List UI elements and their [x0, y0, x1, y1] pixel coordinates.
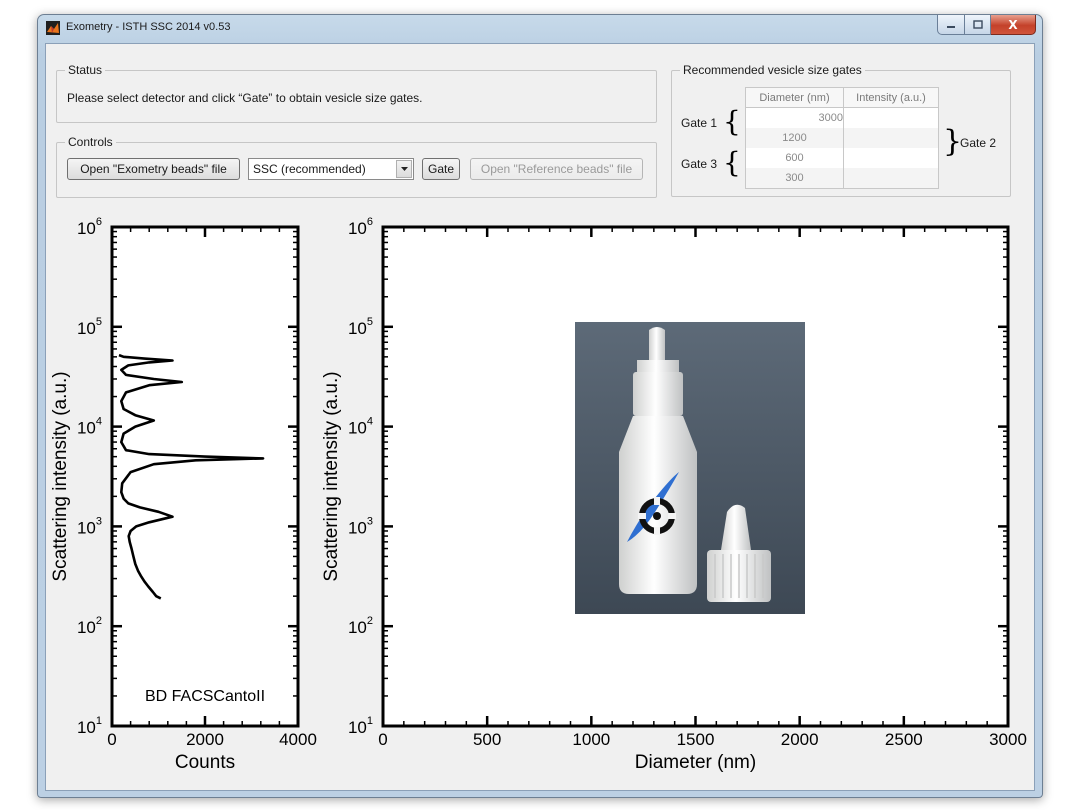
title-bar[interactable]: Exometry - ISTH SSC 2014 v0.53 X [38, 15, 1042, 41]
x-tick-label: 2000 [186, 730, 224, 749]
maximize-icon [972, 20, 983, 29]
x-axis-label: Counts [175, 752, 235, 773]
close-button[interactable]: X [991, 15, 1036, 35]
exometry-beads-bottle-photo [575, 322, 805, 614]
minimize-icon [947, 25, 955, 28]
y-tick-label: 103 [348, 515, 373, 537]
x-tick-label: 2000 [781, 730, 819, 749]
plots-canvas: 101 102 103 104 105 106 0 2000 4000 Counts Scatter… [50, 216, 1027, 773]
y-tick-label: 102 [77, 615, 102, 637]
y-tick-label: 105 [77, 316, 102, 338]
x-tick-label: 0 [107, 730, 116, 749]
y-tick-label: 104 [77, 416, 102, 438]
histogram-plot: 101 102 103 104 105 106 0 2000 4000 Counts Scatter… [50, 216, 317, 773]
window-controls: X [937, 15, 1036, 35]
x-axis-label: Diameter (nm) [635, 752, 756, 773]
minimize-button[interactable] [937, 15, 965, 35]
y-tick-label: 101 [77, 715, 102, 737]
y-tick-label: 103 [77, 515, 102, 537]
y-tick-label: 106 [77, 216, 102, 238]
detector-annotation: BD FACSCantoII [145, 688, 265, 705]
client-area: Status Please select detector and click … [45, 43, 1035, 791]
x-tick-label: 3000 [989, 730, 1027, 749]
close-icon: X [1008, 17, 1018, 32]
x-tick-label: 1000 [572, 730, 610, 749]
matlab-app-icon [46, 21, 60, 35]
x-tick-label: 4000 [279, 730, 317, 749]
y-tick-label: 106 [348, 216, 373, 238]
window-title: Exometry - ISTH SSC 2014 v0.53 [66, 21, 231, 33]
y-tick-label: 102 [348, 615, 373, 637]
maximize-button[interactable] [965, 15, 991, 35]
app-window: Exometry - ISTH SSC 2014 v0.53 X Status … [37, 14, 1043, 798]
y-tick-label: 101 [348, 715, 373, 737]
y-tick-label: 104 [348, 416, 373, 438]
x-tick-label: 500 [473, 730, 501, 749]
y-tick-label: 105 [348, 316, 373, 338]
x-tick-label: 0 [378, 730, 387, 749]
y-axis-label: Scattering intensity (a.u.) [321, 371, 342, 581]
y-axis-label: Scattering intensity (a.u.) [50, 371, 71, 581]
plot-frame [110, 225, 300, 728]
x-tick-label: 2500 [885, 730, 923, 749]
x-tick-label: 1500 [677, 730, 715, 749]
